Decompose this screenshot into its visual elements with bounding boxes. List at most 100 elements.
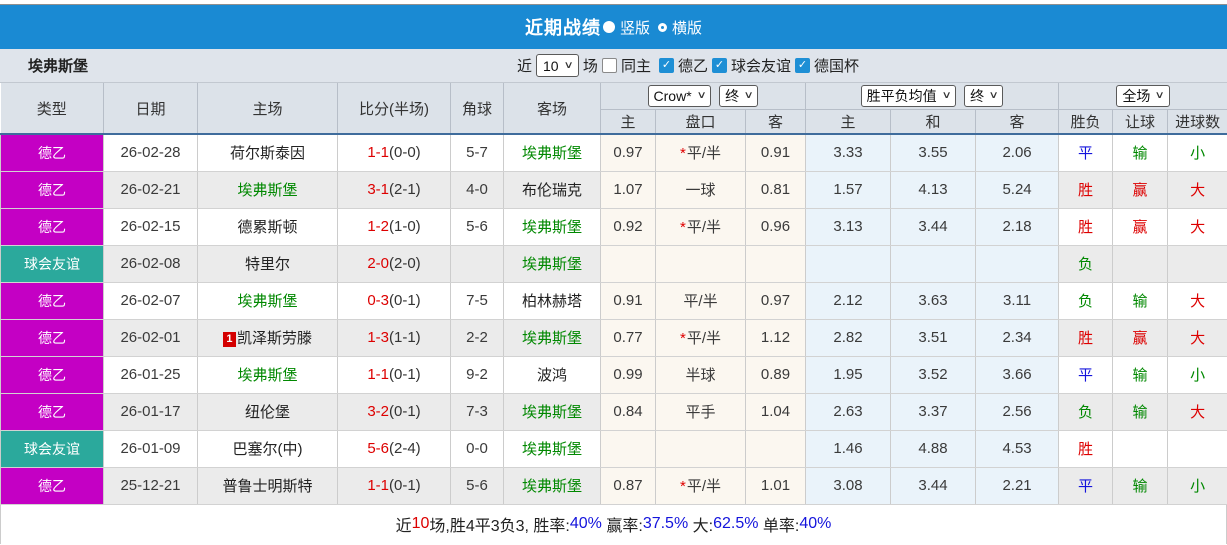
panel-title: 近期战绩: [524, 18, 601, 38]
checkbox-league2[interactable]: ✓: [658, 58, 674, 73]
handicap-result-cell: 输: [1112, 356, 1169, 394]
home-team-cell: 荷尔斯泰因: [197, 134, 338, 172]
recent-results-table: 类型 日期 主场 比分(半场) 角球 客场 Crow* ∨ 终 ∨ 胜平负均值 …: [0, 83, 1227, 505]
avg-stage-select[interactable]: 终 ∨: [964, 84, 1004, 107]
avg-home-cell: 3.13: [805, 208, 892, 246]
checkbox-german-cup[interactable]: ✓: [794, 58, 810, 73]
match-date: 26-01-09: [103, 430, 198, 468]
avg-home-cell: 1.46: [805, 430, 892, 468]
corner-cell: 7-3: [450, 393, 504, 431]
match-date: 26-02-08: [103, 245, 198, 283]
handicap-cell: 平/半: [655, 282, 746, 320]
corner-cell: 5-6: [450, 467, 504, 505]
horizontal-layout-radio[interactable]: 横版: [658, 17, 702, 38]
table-row: 德乙 26-02-28 荷尔斯泰因 1-1(0-0) 5-7 埃弗斯堡 0.97 *平/半 0.…: [0, 134, 1227, 172]
away-team-cell: 埃弗斯堡: [503, 245, 601, 283]
col-header-away: 客场: [503, 83, 601, 135]
avg-home-cell: 1.95: [805, 356, 892, 394]
match-type-badge: 德乙: [0, 208, 104, 246]
sub-col-header: 和: [890, 109, 977, 135]
score-cell: 3-1(2-1): [337, 171, 451, 209]
match-type-badge: 球会友谊: [0, 245, 104, 283]
result-cell: 胜: [1058, 319, 1114, 357]
score-cell: 3-2(0-1): [337, 393, 451, 431]
corner-cell: 4-0: [450, 171, 504, 209]
match-date: 25-12-21: [103, 467, 198, 505]
result-cell: 负: [1058, 245, 1114, 283]
summary-segment: 场,胜4平3负3, 胜率:: [429, 518, 570, 535]
handicap-cell: [655, 245, 746, 283]
chevron-down-icon: ∨: [941, 90, 952, 102]
crow-stage-select[interactable]: 终 ∨: [719, 84, 759, 107]
avg-away-cell: 5.24: [975, 171, 1060, 209]
goals-result-cell: 大: [1167, 208, 1227, 246]
away-team-cell: 柏林赫塔: [503, 282, 601, 320]
summary-segment: 40%: [799, 515, 832, 532]
rank-badge: 1: [222, 332, 236, 347]
handicap-result-cell: 输: [1112, 282, 1169, 320]
avg-home-cell: 2.63: [805, 393, 892, 431]
table-row: 德乙 26-02-15 德累斯顿 1-2(1-0) 5-6 埃弗斯堡 0.92 *平/半 0.9…: [0, 208, 1227, 246]
avg-odds-select[interactable]: 胜平负均值 ∨: [860, 84, 956, 107]
col-header-type: 类型: [0, 83, 104, 135]
match-date: 26-01-25: [103, 356, 198, 394]
score-cell: 0-3(0-1): [337, 282, 451, 320]
home-team-cell: 纽伦堡: [197, 393, 338, 431]
away-team-cell: 埃弗斯堡: [503, 467, 601, 505]
sub-col-header: 进球数: [1167, 109, 1227, 135]
avg-away-cell: 4.53: [975, 430, 1060, 468]
scope-header-group: 全场 ∨: [1058, 83, 1227, 110]
sub-col-header: 主: [600, 109, 656, 135]
score-cell: 5-6(2-4): [337, 430, 451, 468]
handicap-cell: [655, 430, 746, 468]
avg-away-cell: 3.11: [975, 282, 1060, 320]
summary-line: 近 10 场,胜4平3负3, 胜率: 40% 赢率: 37.5% 大: 62.5% 单率:…: [0, 504, 1227, 544]
avg-draw-cell: 4.88: [890, 430, 977, 468]
avg-away-cell: 2.56: [975, 393, 1060, 431]
home-team-cell: 巴塞尔(中): [197, 430, 338, 468]
table-row: 德乙 26-02-01 1 凯泽斯劳滕 1-3(1-1) 2-2 埃弗斯堡 0.77 *平/半 1…: [0, 319, 1227, 357]
near-label: 近: [517, 58, 533, 75]
corner-cell: 5-6: [450, 208, 504, 246]
away-team-cell: 波鸿: [503, 356, 601, 394]
handicap-cell: *平/半: [655, 319, 746, 357]
crow-home-odds: 0.84: [600, 393, 656, 431]
corner-cell: 7-5: [450, 282, 504, 320]
home-team-cell: 普鲁士明斯特: [197, 467, 338, 505]
result-cell: 平: [1058, 134, 1114, 172]
avg-draw-cell: 3.52: [890, 356, 977, 394]
crow-away-odds: [745, 245, 807, 283]
sub-col-header: 客: [745, 109, 807, 135]
radio-selected-icon: [602, 21, 615, 33]
col-header-corner: 角球: [450, 83, 504, 135]
avg-draw-cell: 4.13: [890, 171, 977, 209]
crow-company-select[interactable]: Crow* ∨: [647, 84, 711, 107]
crow-home-odds: 0.77: [600, 319, 656, 357]
checkbox-same-home[interactable]: [601, 58, 617, 73]
score-cell: 1-3(1-1): [337, 319, 451, 357]
corner-cell: [450, 245, 504, 283]
home-team-cell: 埃弗斯堡: [197, 171, 338, 209]
match-scope-select[interactable]: 全场 ∨: [1116, 84, 1170, 107]
sub-col-header: 主: [805, 109, 892, 135]
result-cell: 平: [1058, 356, 1114, 394]
team-name: 埃弗斯堡: [28, 58, 89, 75]
col-header-home: 主场: [197, 83, 338, 135]
handicap-cell: 一球: [655, 171, 746, 209]
checkbox-club-friendly[interactable]: ✓: [711, 58, 727, 73]
avg-header-group: 胜平负均值 ∨ 终 ∨: [805, 83, 1060, 110]
vertical-layout-radio[interactable]: 竖版: [602, 17, 650, 38]
summary-segment: 大:: [688, 518, 714, 535]
avg-away-cell: 2.18: [975, 208, 1060, 246]
horizontal-layout-label: 横版: [672, 19, 703, 37]
away-team-cell: 布伦瑞克: [503, 171, 601, 209]
crow-home-odds: [600, 430, 656, 468]
avg-home-cell: 3.08: [805, 467, 892, 505]
crow-header-group: Crow* ∨ 终 ∨: [600, 83, 807, 110]
handicap-result-cell: 输: [1112, 393, 1169, 431]
goals-result-cell: 大: [1167, 171, 1227, 209]
handicap-cell: *平/半: [655, 208, 746, 246]
match-date: 26-02-15: [103, 208, 198, 246]
match-type-badge: 德乙: [0, 282, 104, 320]
match-count-select[interactable]: 10 ∨: [536, 54, 579, 77]
